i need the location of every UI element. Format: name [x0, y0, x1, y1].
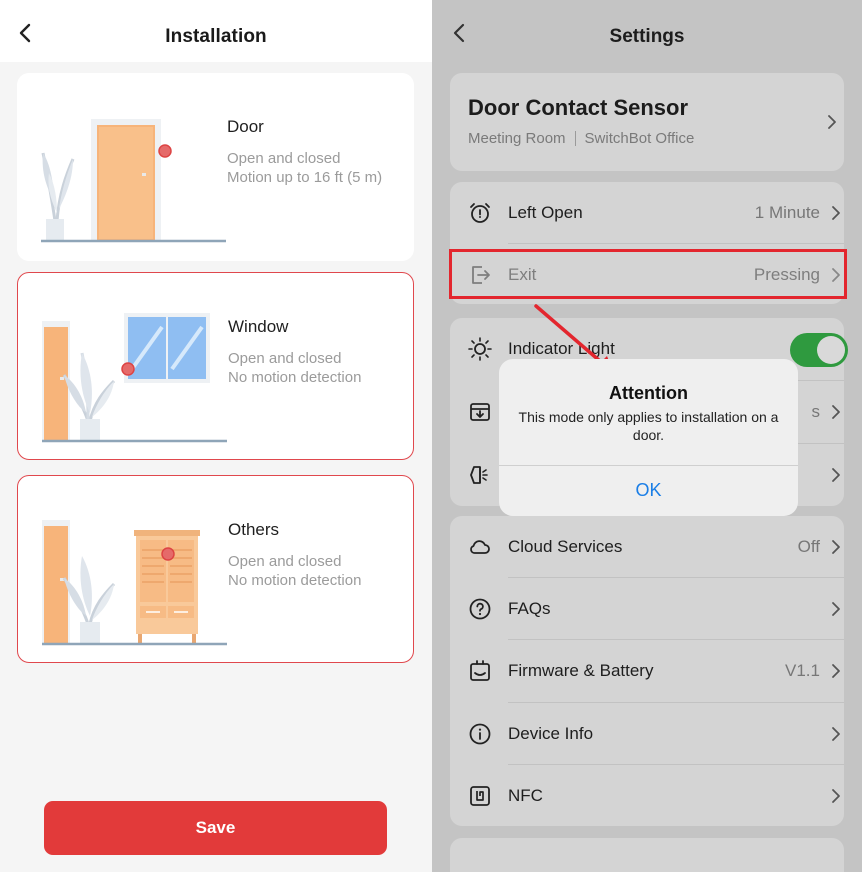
- cloud-services-row[interactable]: Cloud Services Off: [450, 516, 844, 578]
- chevron-right-icon: [832, 727, 840, 741]
- option-window-text: Window Open and closed No motion detecti…: [228, 317, 361, 387]
- chevron-right-icon: [832, 206, 840, 220]
- exit-highlight-box: [449, 249, 847, 299]
- chevron-right-icon: [828, 115, 836, 129]
- settings-group-more: [450, 838, 844, 872]
- settings-group-info: Cloud Services Off FAQs Firmware & Batte…: [450, 516, 844, 826]
- chevron-right-icon: [832, 789, 840, 803]
- chevron-right-icon: [832, 664, 840, 678]
- firmware-row[interactable]: Firmware & Battery V1.1: [450, 640, 844, 702]
- door-illustration: [41, 119, 226, 243]
- left-open-label: Left Open: [508, 203, 583, 222]
- device-info-label: Device Info: [508, 724, 594, 743]
- left-open-row[interactable]: Left Open 1 Minute: [450, 182, 844, 244]
- device-location: Meeting Room SwitchBot Office: [468, 130, 694, 147]
- cloud-icon: [470, 540, 490, 554]
- option-desc-line: Open and closed: [228, 553, 342, 570]
- attention-dialog: Attention This mode only applies to inst…: [499, 359, 798, 516]
- download-box-icon: [470, 403, 490, 421]
- device-name: Door Contact Sensor: [468, 95, 689, 120]
- cloud-services-label: Cloud Services: [508, 537, 623, 556]
- chevron-right-icon: [832, 540, 840, 554]
- device-site: SwitchBot Office: [584, 130, 695, 147]
- window-illustration: [42, 313, 227, 443]
- divider: [574, 131, 576, 146]
- option-desc-line: Open and closed: [227, 150, 341, 167]
- alarm-clock-icon: [470, 203, 490, 223]
- info-icon: [469, 723, 491, 745]
- chevron-right-icon: [832, 405, 840, 419]
- option-desc-line: No motion detection: [228, 369, 362, 386]
- chevron-right-icon: [832, 468, 840, 482]
- sun-icon: [468, 337, 492, 361]
- option-door-text: Door Open and closed Motion up to 16 ft …: [227, 117, 382, 187]
- cloud-services-value: Off: [797, 537, 820, 556]
- option-title: Door: [227, 117, 264, 136]
- option-desc-line: No motion detection: [228, 572, 362, 589]
- option-desc-line: Motion up to 16 ft (5 m): [227, 169, 383, 186]
- device-card[interactable]: Door Contact Sensor Meeting Room SwitchB…: [450, 73, 844, 171]
- indicator-light-toggle[interactable]: [790, 333, 848, 367]
- firmware-icon: [470, 660, 490, 681]
- question-icon: [469, 598, 491, 620]
- page-title: Installation: [165, 26, 267, 47]
- ok-button[interactable]: OK: [499, 465, 798, 516]
- toggle-knob: [817, 336, 845, 364]
- installation-header: Installation: [0, 0, 432, 62]
- option-title: Others: [228, 520, 280, 539]
- brightness-icon: [470, 466, 488, 484]
- nfc-label: NFC: [508, 786, 543, 805]
- nfc-icon: [470, 786, 490, 806]
- dialog-message: This mode only applies to installation o…: [518, 409, 779, 443]
- option-others-card[interactable]: Others Open and closed No motion detecti…: [17, 475, 414, 663]
- device-info-row[interactable]: Device Info: [450, 703, 844, 765]
- option-others-text: Others Open and closed No motion detecti…: [228, 520, 361, 590]
- firmware-label: Firmware & Battery: [508, 661, 654, 680]
- hidden-row-value: s: [811, 402, 821, 421]
- device-room: Meeting Room: [468, 130, 566, 147]
- dialog-title: Attention: [609, 383, 688, 403]
- option-door-card[interactable]: Door Open and closed Motion up to 16 ft …: [17, 73, 414, 261]
- faqs-row[interactable]: FAQs: [450, 578, 844, 640]
- option-window-card[interactable]: Window Open and closed No motion detecti…: [17, 272, 414, 460]
- option-title: Window: [228, 317, 289, 336]
- faqs-label: FAQs: [508, 599, 551, 618]
- firmware-value: V1.1: [785, 661, 820, 680]
- cabinet-illustration: [42, 520, 227, 646]
- nfc-row[interactable]: NFC: [450, 765, 844, 827]
- save-button[interactable]: Save: [44, 801, 387, 855]
- chevron-right-icon: [832, 602, 840, 616]
- option-desc-line: Open and closed: [228, 350, 342, 367]
- installation-screen: Installation Door Open and closed Motion…: [0, 0, 432, 872]
- page-title: Settings: [609, 26, 685, 47]
- left-open-value: 1 Minute: [754, 203, 820, 222]
